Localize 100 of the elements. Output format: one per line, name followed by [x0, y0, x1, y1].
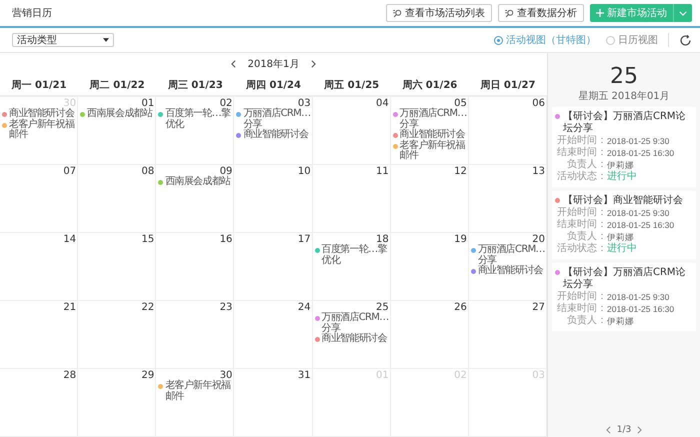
weekday-header: 周一 01/21 [10, 79, 68, 92]
day-cell[interactable]: 27 [468, 301, 547, 369]
field-value: 2018-01-25 16:30 [607, 219, 674, 231]
day-number: 03 [298, 98, 311, 109]
day-cell[interactable]: 13 [468, 165, 547, 233]
weekday-header: 周五 01/25 [323, 79, 380, 92]
day-number: 29 [142, 370, 154, 381]
previous-month-button[interactable] [230, 60, 236, 68]
day-number: 17 [298, 234, 311, 245]
month-label: 2018年1月 [248, 58, 300, 71]
day-number: 25 [376, 302, 389, 313]
field-label: 开始时间： [557, 207, 607, 218]
day-number: 11 [376, 166, 389, 177]
day-cell[interactable]: 18 百度第一轮…擎优化 [312, 233, 391, 301]
day-number: 09 [220, 166, 232, 177]
field-label: 结束时间： [557, 147, 607, 158]
day-number: 24 [298, 302, 311, 313]
day-cell[interactable]: 08 [78, 165, 156, 233]
caret-icon [103, 38, 109, 42]
day-cell[interactable]: 14 [0, 233, 78, 301]
selected-date: 星期五 2018年01月 [577, 90, 671, 103]
day-cell[interactable]: 30 老客户新年祝福邮件 [156, 369, 234, 437]
day-number: 07 [63, 166, 76, 177]
weekday-header: 周六 01/26 [401, 78, 458, 92]
day-number: 15 [142, 234, 154, 245]
event-label[interactable]: 万丽酒店CRM…分享 [243, 109, 311, 130]
field-label: 负责人： [566, 231, 607, 242]
next-page-button[interactable] [637, 426, 642, 434]
day-number: 16 [220, 234, 232, 245]
event-label[interactable]: 万丽酒店CRM…分享 [478, 245, 545, 266]
plus-icon [596, 9, 604, 17]
day-cell[interactable]: 03 万丽酒店CRM…分享 商业智能研讨会 [234, 97, 313, 165]
day-number: 04 [376, 98, 389, 109]
field-label: 负责人： [566, 315, 607, 327]
day-cell[interactable]: 22 [78, 301, 156, 369]
view-button[interactable]: 查看数据分析 [498, 4, 584, 22]
day-cell[interactable]: 15 [78, 233, 156, 301]
day-cell[interactable]: 06 [468, 97, 547, 165]
weekday-header: 周日 01/27 [479, 79, 536, 92]
day-cell[interactable]: 31 [234, 369, 313, 437]
field-label: 结束时间： [557, 219, 607, 230]
day-cell[interactable]: 16 [156, 233, 234, 301]
day-cell[interactable]: 11 [312, 165, 391, 233]
day-cell[interactable]: 04 [312, 97, 391, 165]
event-label[interactable]: 老客户新年祝福邮件 [9, 120, 76, 140]
event-title: 【研讨会】万丽酒店CRM论坛分享 [563, 267, 687, 290]
day-cell[interactable]: 26 [390, 301, 469, 369]
activity-type-select[interactable]: 活动类型 [12, 33, 114, 47]
event-card[interactable]: 【研讨会】万丽酒店CRM论坛分享 开始时间：2018-01-25 9:30 结束时间：2018-01-25 16:30 负责人：伊莉娜 [552, 263, 696, 331]
event-label[interactable]: 商业智能研讨会 [478, 266, 543, 276]
day-number: 06 [532, 98, 545, 109]
field-label: 活动状态： [557, 243, 607, 255]
day-number: 08 [142, 166, 154, 177]
page-title: 营销日历 [12, 6, 52, 20]
search-icon [393, 8, 402, 18]
event-label[interactable]: 老客户新年祝福邮件 [400, 140, 467, 162]
view-button[interactable]: 查看市场活动列表 [386, 4, 492, 22]
view-radio[interactable]: 日历视图 [606, 33, 658, 47]
event-label[interactable]: 老客户新年祝福邮件 [165, 381, 232, 402]
field-value: 2018-01-25 9:30 [607, 135, 670, 147]
selected-day: 25 [552, 65, 696, 89]
event-label[interactable]: 西南展会成都站 [87, 109, 152, 120]
field-label: 开始时间： [557, 135, 607, 146]
day-cell[interactable]: 21 [0, 301, 78, 369]
event-label[interactable]: 商业智能研讨会 [243, 130, 309, 140]
event-label[interactable]: 万丽酒店CRM…分享 [322, 313, 389, 334]
event-card[interactable]: 【研讨会】商业智能研讨会 开始时间：2018-01-25 9:30 结束时间：2018-01-25 16:30 负责人：伊莉娜 活动状态：进行中 [552, 191, 696, 259]
day-cell[interactable]: 02 百度第一轮…擎优化 [156, 97, 234, 165]
event-label[interactable]: 西南展会成都站 [165, 177, 230, 188]
next-month-button[interactable] [311, 60, 316, 68]
day-cell[interactable]: 19 [390, 233, 469, 301]
refresh-icon[interactable] [679, 34, 692, 46]
day-number: 14 [63, 234, 76, 245]
day-cell[interactable]: 28 [0, 369, 78, 437]
event-label[interactable]: 万丽酒店CRM…分享 [400, 109, 467, 130]
day-cell[interactable]: 25 万丽酒店CRM…分享 商业智能研讨会 [312, 301, 391, 369]
day-cell[interactable]: 09 西南展会成都站 [156, 165, 234, 233]
event-label[interactable]: 商业智能研讨会 [400, 130, 465, 140]
event-label[interactable]: 百度第一轮…擎优化 [165, 109, 232, 130]
field-value: 2018-01-25 9:30 [607, 207, 670, 219]
day-number: 21 [63, 302, 76, 313]
day-cell[interactable]: 10 [234, 165, 313, 233]
field-value: 2018-01-25 9:30 [607, 291, 670, 303]
event-label[interactable]: 百度第一轮…擎优化 [322, 245, 389, 266]
day-cell[interactable]: 29 [78, 369, 156, 437]
event-label[interactable]: 商业智能研讨会 [9, 109, 74, 120]
day-cell[interactable]: 07 [0, 165, 78, 233]
day-number: 30 [220, 370, 232, 381]
day-cell[interactable]: 12 [390, 165, 469, 233]
day-cell[interactable]: 17 [234, 233, 313, 301]
day-number: 27 [532, 302, 545, 313]
event-card[interactable]: 【研讨会】万丽酒店CRM论坛分享 开始时间：2018-01-25 9:30 结束时间：2018-01-25 16:30 负责人：伊莉娜 活动状态：进行中 [552, 107, 696, 187]
weekday-header: 周四 01/24 [245, 79, 302, 92]
day-cell[interactable]: 05 万丽酒店CRM…分享 商业智能研讨会 老客户新年祝福邮件 [390, 97, 469, 165]
day-cell[interactable]: 24 [234, 301, 313, 369]
day-cell[interactable]: 01 西南展会成都站 [78, 97, 156, 165]
day-cell[interactable]: 20 万丽酒店CRM…分享 商业智能研讨会 [468, 233, 547, 301]
previous-page-button[interactable] [606, 426, 611, 434]
day-cell[interactable]: 23 [156, 301, 234, 369]
event-label[interactable]: 商业智能研讨会 [322, 334, 387, 344]
